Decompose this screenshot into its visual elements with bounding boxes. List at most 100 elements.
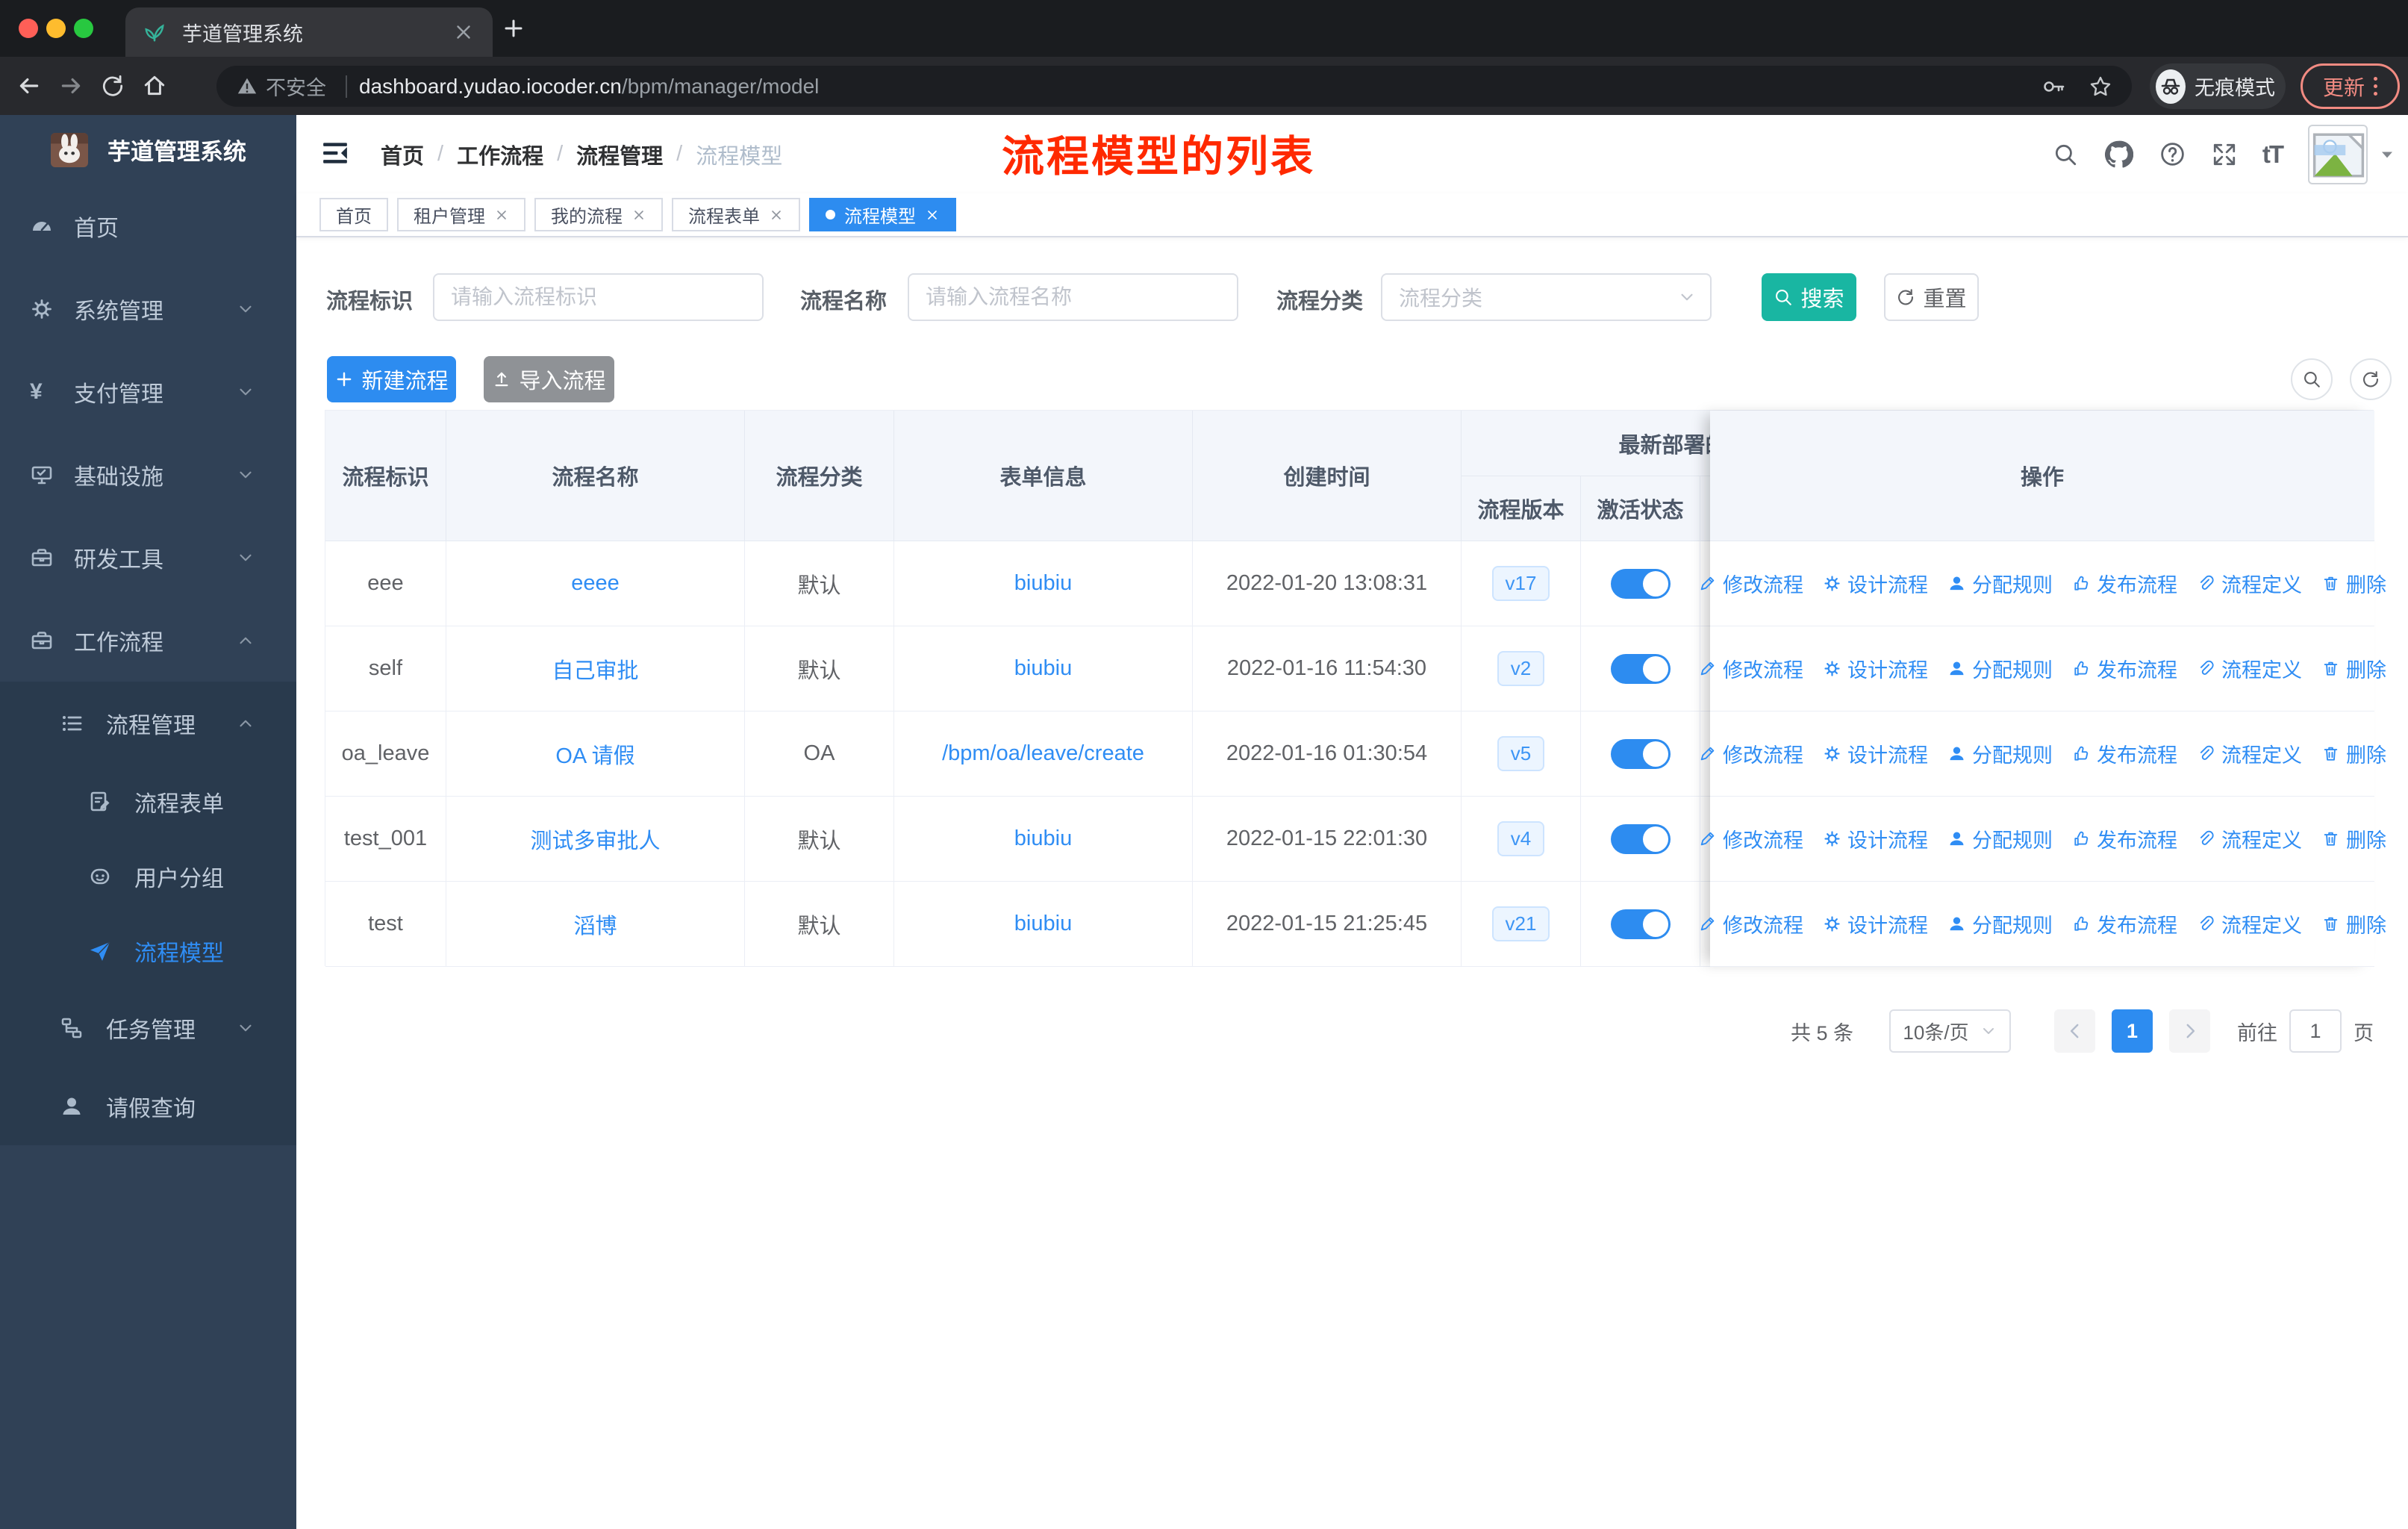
sidebar-item-system[interactable]: 系统管理 [0, 267, 296, 350]
page-1-button[interactable]: 1 [2112, 1009, 2153, 1053]
back-icon[interactable] [16, 73, 42, 99]
form-link[interactable]: biubiu [1014, 571, 1072, 596]
publish-process-link[interactable]: 发布流程 [2072, 569, 2177, 598]
refresh-table-button[interactable] [2350, 358, 2392, 400]
version-badge[interactable]: v21 [1491, 906, 1550, 941]
process-name-link[interactable]: 滔博 [573, 909, 617, 940]
delete-link[interactable]: 删除 [2321, 654, 2386, 683]
edit-process-link[interactable]: 修改流程 [1698, 824, 1803, 853]
edit-process-link[interactable]: 修改流程 [1698, 909, 1803, 938]
active-toggle[interactable] [1610, 823, 1671, 854]
caret-down-icon[interactable] [2377, 144, 2398, 165]
publish-process-link[interactable]: 发布流程 [2072, 654, 2177, 683]
create-process-button[interactable]: 新建流程 [327, 356, 456, 402]
sidebar-item-devtools[interactable]: 研发工具 [0, 516, 296, 599]
process-name-link[interactable]: eeee [571, 571, 620, 596]
design-process-link[interactable]: 设计流程 [1823, 654, 1928, 683]
browser-tab[interactable]: 芋道管理系统 [125, 7, 493, 57]
home-icon[interactable] [142, 73, 167, 99]
sidebar-item-process-form[interactable]: 流程表单 [0, 764, 296, 839]
design-process-link[interactable]: 设计流程 [1823, 739, 1928, 768]
close-tag-icon[interactable] [925, 208, 940, 222]
tag-process-form[interactable]: 流程表单 [672, 198, 800, 231]
version-badge[interactable]: v17 [1491, 566, 1550, 601]
process-definition-link[interactable]: 流程定义 [2197, 654, 2302, 683]
forward-icon[interactable] [58, 73, 84, 99]
minimize-window-button[interactable] [46, 19, 66, 38]
bookmark-star-icon[interactable] [2089, 75, 2112, 99]
breadcrumb-home[interactable]: 首页 [381, 139, 424, 170]
process-key-input[interactable] [433, 273, 764, 321]
reset-button[interactable]: 重置 [1884, 273, 1979, 321]
update-browser-button[interactable]: 更新 [2301, 63, 2400, 109]
sidebar-item-home[interactable]: 首页 [0, 184, 296, 267]
search-icon[interactable] [2053, 142, 2078, 167]
form-link[interactable]: biubiu [1014, 912, 1072, 936]
category-select[interactable]: 流程分类 [1381, 273, 1712, 321]
assign-rule-link[interactable]: 分配规则 [1947, 909, 2053, 938]
form-link[interactable]: /bpm/oa/leave/create [942, 741, 1144, 766]
goto-page-input[interactable] [2289, 1009, 2342, 1053]
prev-page-button[interactable] [2054, 1009, 2095, 1053]
close-tab-icon[interactable] [452, 21, 475, 43]
process-definition-link[interactable]: 流程定义 [2197, 569, 2302, 598]
github-icon[interactable] [2103, 140, 2133, 169]
process-name-link[interactable]: 测试多审批人 [530, 823, 660, 855]
publish-process-link[interactable]: 发布流程 [2072, 824, 2177, 853]
design-process-link[interactable]: 设计流程 [1823, 909, 1928, 938]
form-link[interactable]: biubiu [1014, 826, 1072, 851]
process-definition-link[interactable]: 流程定义 [2197, 739, 2302, 768]
edit-process-link[interactable]: 修改流程 [1698, 739, 1803, 768]
process-name-link[interactable]: OA 请假 [555, 738, 634, 770]
search-button[interactable]: 搜索 [1762, 273, 1856, 321]
active-toggle[interactable] [1610, 738, 1671, 769]
reload-icon[interactable] [100, 73, 125, 99]
page-size-select[interactable]: 10条/页 [1889, 1009, 2011, 1053]
collapse-sidebar-icon[interactable] [321, 140, 349, 166]
sidebar-item-workflow[interactable]: 工作流程 [0, 599, 296, 682]
fullscreen-icon[interactable] [2212, 142, 2237, 167]
sidebar-item-user-group[interactable]: 用户分组 [0, 839, 296, 914]
process-name-link[interactable]: 自己审批 [552, 653, 638, 685]
breadcrumb-workflow[interactable]: 工作流程 [457, 139, 543, 170]
not-secure-shield-icon[interactable] [236, 75, 258, 98]
close-tag-icon[interactable] [631, 208, 646, 222]
delete-link[interactable]: 删除 [2321, 739, 2386, 768]
sidebar-item-process-model[interactable]: 流程模型 [0, 914, 296, 988]
show-search-button[interactable] [2291, 358, 2333, 400]
version-badge[interactable]: v4 [1497, 821, 1545, 856]
user-avatar[interactable] [2308, 124, 2368, 184]
assign-rule-link[interactable]: 分配规则 [1947, 739, 2053, 768]
process-definition-link[interactable]: 流程定义 [2197, 824, 2302, 853]
active-toggle[interactable] [1610, 653, 1671, 684]
delete-link[interactable]: 删除 [2321, 569, 2386, 598]
close-window-button[interactable] [19, 19, 38, 38]
help-icon[interactable] [2159, 140, 2186, 168]
design-process-link[interactable]: 设计流程 [1823, 824, 1928, 853]
close-tag-icon[interactable] [494, 208, 509, 222]
delete-link[interactable]: 删除 [2321, 909, 2386, 938]
sidebar-item-process-mgmt[interactable]: 流程管理 [0, 682, 296, 764]
new-tab-icon[interactable] [502, 16, 525, 40]
tag-home[interactable]: 首页 [319, 198, 388, 231]
password-key-icon[interactable] [2042, 75, 2066, 99]
assign-rule-link[interactable]: 分配规则 [1947, 654, 2053, 683]
tag-my-process[interactable]: 我的流程 [534, 198, 663, 231]
import-process-button[interactable]: 导入流程 [484, 356, 614, 402]
edit-process-link[interactable]: 修改流程 [1698, 569, 1803, 598]
maximize-window-button[interactable] [74, 19, 93, 38]
next-page-button[interactable] [2169, 1009, 2210, 1053]
design-process-link[interactable]: 设计流程 [1823, 569, 1928, 598]
edit-process-link[interactable]: 修改流程 [1698, 654, 1803, 683]
sidebar-item-payment[interactable]: ¥ 支付管理 [0, 350, 296, 433]
sidebar-item-infra[interactable]: 基础设施 [0, 433, 296, 516]
delete-link[interactable]: 删除 [2321, 824, 2386, 853]
close-tag-icon[interactable] [769, 208, 784, 222]
publish-process-link[interactable]: 发布流程 [2072, 739, 2177, 768]
active-toggle[interactable] [1610, 568, 1671, 599]
assign-rule-link[interactable]: 分配规则 [1947, 569, 2053, 598]
window-controls[interactable] [19, 19, 93, 38]
version-badge[interactable]: v2 [1497, 651, 1545, 686]
form-link[interactable]: biubiu [1014, 656, 1072, 681]
active-toggle[interactable] [1610, 909, 1671, 939]
